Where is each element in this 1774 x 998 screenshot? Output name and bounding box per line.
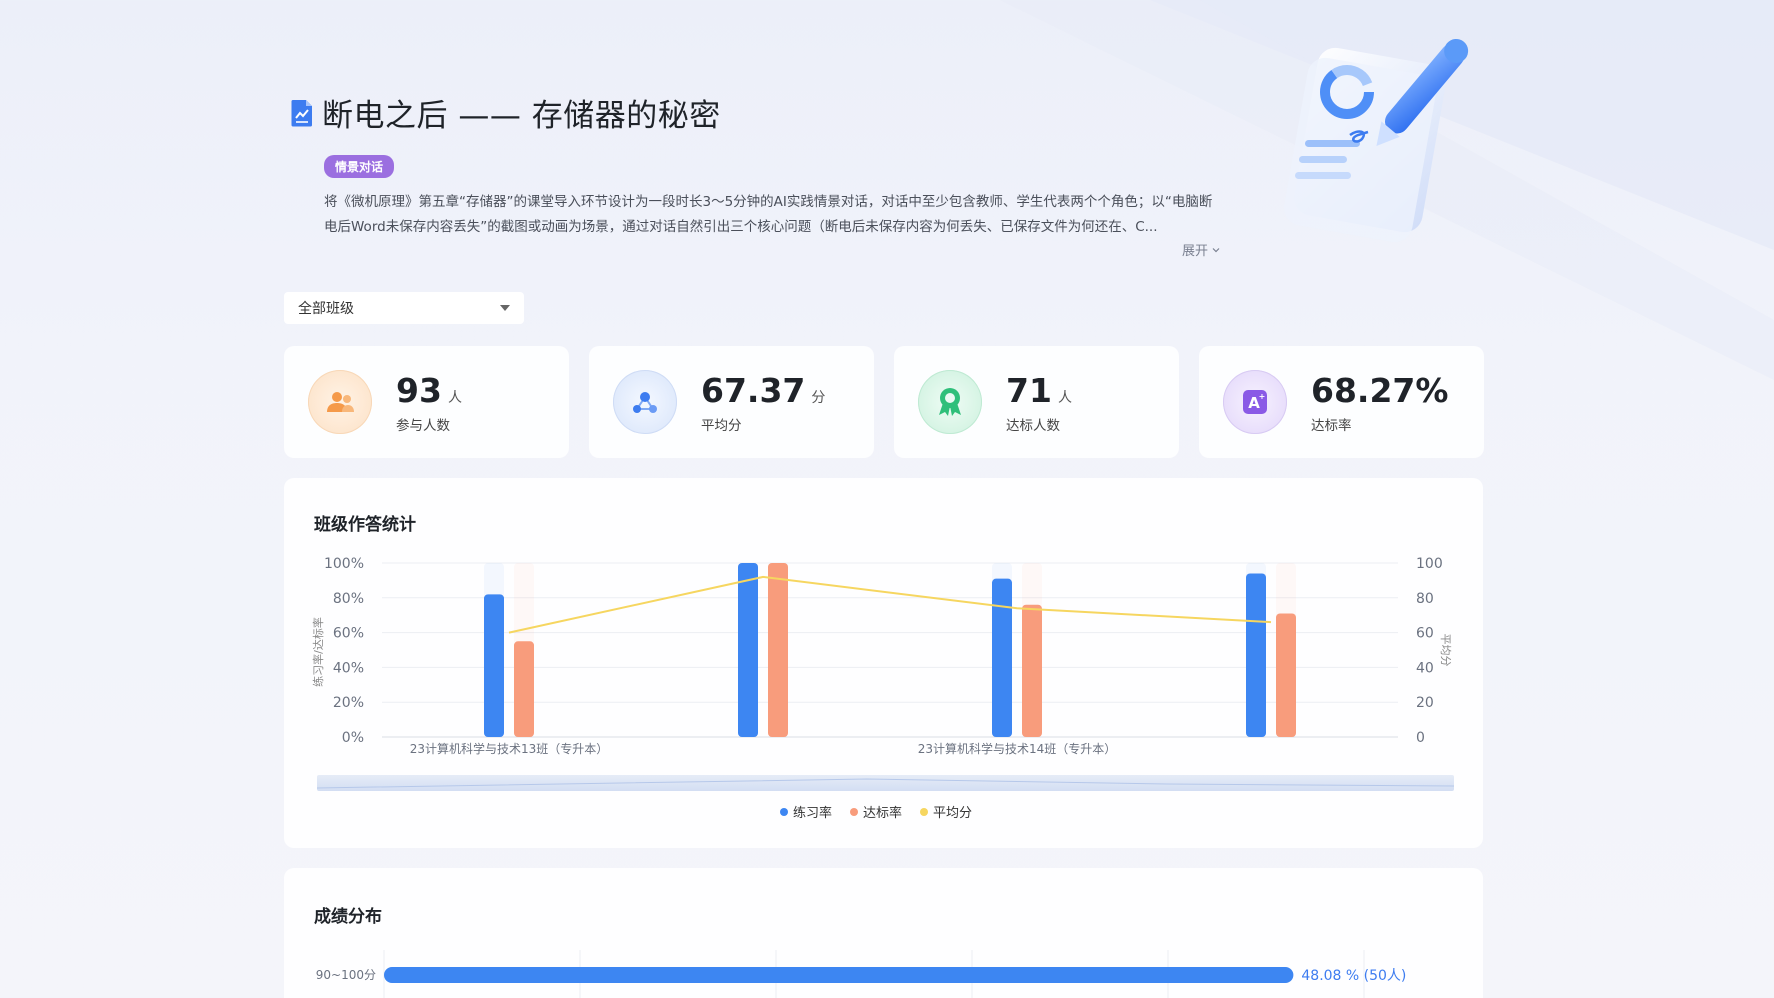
panel-title: 班级作答统计 [314, 515, 416, 535]
stat-card-average-score: 67.37 分 平均分 [589, 346, 874, 458]
legend-dot [920, 807, 929, 816]
class-select-value: 全部班级 [298, 301, 354, 317]
nodes-icon [613, 370, 677, 434]
chevron-down-icon [1212, 247, 1220, 252]
legend-dot [850, 807, 859, 816]
stat-card-pass-rate: A + 68.27% 达标率 [1199, 346, 1484, 458]
scenario-tag: 情景对话 [324, 155, 395, 178]
task-header: 断电之后 —— 存储器的秘密 情景对话 将《微机原理》第五章“存储器”的课堂导入… [290, 90, 1230, 259]
chart-legend: 练习率 达标率 平均分 [780, 802, 972, 821]
task-description: 将《微机原理》第五章“存储器”的课堂导入环节设计为一段时长3～5分钟的AI实践情… [324, 194, 1213, 235]
stat-label: 参与人数 [396, 417, 450, 434]
award-icon [918, 370, 982, 434]
stat-unit: 人 [447, 389, 462, 406]
stat-value: 93 [396, 370, 442, 410]
stat-label: 平均分 [701, 417, 742, 434]
stat-label: 达标率 [1311, 417, 1352, 434]
legend-item-practice-rate[interactable]: 练习率 [780, 802, 832, 821]
stat-unit: 人 [1057, 389, 1072, 406]
legend-label: 平均分 [933, 806, 973, 821]
class-select[interactable]: 全部班级 [284, 292, 524, 324]
page-title: 断电之后 —— 存储器的秘密 [322, 98, 721, 134]
document-pen-illustration [1284, 38, 1469, 243]
stat-value: 71 [1006, 370, 1052, 410]
svg-text:+: + [1259, 392, 1266, 401]
stats-row: 93 人 参与人数 67.37 分 平均分 71 人 达标人数 A + 68.2… [284, 346, 1484, 458]
stat-unit: 分 [811, 389, 826, 406]
stat-label: 达标人数 [1006, 417, 1060, 434]
expand-button[interactable]: 展开 [1182, 240, 1221, 259]
grade-a-icon: A + [1223, 370, 1287, 434]
grade-distribution-panel: 成绩分布 [284, 868, 1483, 998]
stat-card-participants: 93 人 参与人数 [284, 346, 569, 458]
stat-card-passed-count: 71 人 达标人数 [894, 346, 1179, 458]
legend-item-average-score[interactable]: 平均分 [920, 802, 972, 821]
stat-value: 68.27% [1311, 370, 1449, 410]
expand-label: 展开 [1182, 244, 1209, 259]
legend-dot [780, 807, 788, 816]
caret-down-icon [500, 305, 510, 311]
people-icon [308, 370, 372, 434]
stat-value: 67.37 [701, 370, 806, 410]
document-chart-icon [291, 99, 312, 126]
class-stats-panel: 班级作答统计 [284, 478, 1483, 848]
legend-label: 练习率 [793, 806, 833, 821]
legend-item-pass-rate[interactable]: 达标率 [850, 802, 902, 821]
legend-label: 达标率 [863, 806, 903, 821]
chart-zoom-slider[interactable] [317, 775, 1454, 791]
zoom-slider-preview [317, 778, 1454, 789]
panel-title: 成绩分布 [314, 907, 382, 927]
